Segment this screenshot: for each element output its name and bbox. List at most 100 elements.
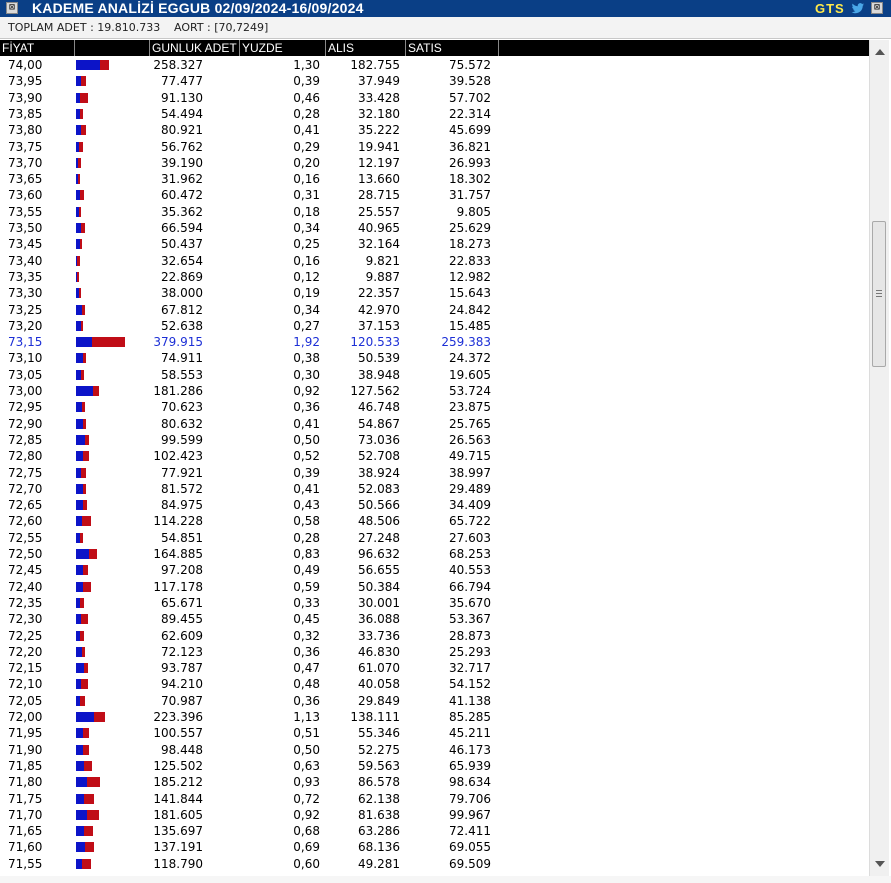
table-row[interactable]: 73,25 67.812 0,34 42.970 24.842 <box>0 302 869 318</box>
table-row[interactable]: 72,80 102.423 0,52 52.708 49.715 <box>0 448 869 464</box>
percent-cell: 0,34 <box>293 221 320 235</box>
sell-cell: 29.489 <box>449 482 491 496</box>
sell-cell: 28.873 <box>449 629 491 643</box>
table-row[interactable]: 73,55 35.362 0,18 25.557 9.805 <box>0 204 869 220</box>
table-row[interactable]: 74,00 258.327 1,30 182.755 75.572 <box>0 57 869 73</box>
table-row[interactable]: 72,10 94.210 0,48 40.058 54.152 <box>0 676 869 692</box>
table-row[interactable]: 72,40 117.178 0,59 50.384 66.794 <box>0 579 869 595</box>
price-cell: 72,55 <box>8 531 43 545</box>
table-row[interactable]: 73,45 50.437 0,25 32.164 18.273 <box>0 236 869 252</box>
table-row[interactable]: 73,90 91.130 0,46 33.428 57.702 <box>0 90 869 106</box>
price-cell: 72,80 <box>8 449 43 463</box>
table-row[interactable]: 72,20 72.123 0,36 46.830 25.293 <box>0 644 869 660</box>
sell-bar-segment <box>92 386 100 396</box>
percent-cell: 0,31 <box>293 188 320 202</box>
table-row[interactable]: 71,55 118.790 0,60 49.281 69.509 <box>0 856 869 872</box>
table-row[interactable]: 72,15 93.787 0,47 61.070 32.717 <box>0 660 869 676</box>
scroll-up-icon[interactable] <box>875 49 885 55</box>
table-row[interactable]: 72,35 65.671 0,33 30.001 35.670 <box>0 595 869 611</box>
table-row[interactable]: 71,90 98.448 0,50 52.275 46.173 <box>0 742 869 758</box>
buy-cell: 33.428 <box>358 91 400 105</box>
volume-cell: 32.654 <box>161 254 203 268</box>
table-row[interactable]: 71,65 135.697 0,68 63.286 72.411 <box>0 823 869 839</box>
table-row[interactable]: 72,85 99.599 0,50 73.036 26.563 <box>0 432 869 448</box>
table-row[interactable]: 73,80 80.921 0,41 35.222 45.699 <box>0 122 869 138</box>
col-header-bar[interactable] <box>75 40 150 56</box>
scroll-thumb[interactable] <box>872 221 886 367</box>
col-header-price[interactable]: FİYAT <box>0 40 75 56</box>
buy-bar-segment <box>76 565 84 575</box>
volume-cell: 38.000 <box>161 286 203 300</box>
table-row[interactable]: 72,00 223.396 1,13 138.111 85.285 <box>0 709 869 725</box>
col-header-volume[interactable]: GUNLUK ADET <box>150 40 240 56</box>
percent-cell: 0,39 <box>293 74 320 88</box>
table-row[interactable]: 73,95 77.477 0,39 37.949 39.528 <box>0 73 869 89</box>
buy-bar-segment <box>76 794 84 804</box>
sell-cell: 53.367 <box>449 612 491 626</box>
buy-cell: 52.083 <box>358 482 400 496</box>
buy-cell: 28.715 <box>358 188 400 202</box>
table-row[interactable]: 72,45 97.208 0,49 56.655 40.553 <box>0 562 869 578</box>
price-cell: 72,25 <box>8 629 43 643</box>
table-row[interactable]: 72,65 84.975 0,43 50.566 34.409 <box>0 497 869 513</box>
close-icon[interactable]: ⊠ <box>6 2 18 14</box>
table-row[interactable]: 73,10 74.911 0,38 50.539 24.372 <box>0 350 869 366</box>
table-row[interactable]: 73,15 379.915 1,92 120.533 259.383 <box>0 334 869 350</box>
buy-cell: 182.755 <box>350 58 400 72</box>
col-header-sell[interactable]: SATIS <box>406 40 499 56</box>
table-row[interactable]: 73,40 32.654 0,16 9.821 22.833 <box>0 253 869 269</box>
volume-cell: 31.962 <box>161 172 203 186</box>
table-row[interactable]: 72,95 70.623 0,36 46.748 23.875 <box>0 399 869 415</box>
percent-cell: 0,63 <box>293 759 320 773</box>
table-row[interactable]: 72,50 164.885 0,83 96.632 68.253 <box>0 546 869 562</box>
sell-bar-segment <box>78 142 84 152</box>
table-row[interactable]: 72,75 77.921 0,39 38.924 38.997 <box>0 465 869 481</box>
percent-cell: 1,13 <box>293 710 320 724</box>
buy-cell: 32.164 <box>358 237 400 251</box>
col-header-buy[interactable]: ALIS <box>326 40 406 56</box>
table-row[interactable]: 73,35 22.869 0,12 9.887 12.982 <box>0 269 869 285</box>
table-row[interactable]: 72,25 62.609 0,32 33.736 28.873 <box>0 628 869 644</box>
buy-cell: 63.286 <box>358 824 400 838</box>
buy-bar-segment <box>76 810 87 820</box>
table-row[interactable]: 71,75 141.844 0,72 62.138 79.706 <box>0 791 869 807</box>
buy-cell: 40.058 <box>358 677 400 691</box>
percent-cell: 1,30 <box>293 58 320 72</box>
table-row[interactable]: 72,70 81.572 0,41 52.083 29.489 <box>0 481 869 497</box>
col-header-percent[interactable]: YUZDE <box>240 40 326 56</box>
price-cell: 73,35 <box>8 270 43 284</box>
table-row[interactable]: 72,55 54.851 0,28 27.248 27.603 <box>0 530 869 546</box>
table-row[interactable]: 73,75 56.762 0,29 19.941 36.821 <box>0 139 869 155</box>
buy-cell: 35.222 <box>358 123 400 137</box>
table-row[interactable]: 73,60 60.472 0,31 28.715 31.757 <box>0 187 869 203</box>
table-row[interactable]: 72,05 70.987 0,36 29.849 41.138 <box>0 693 869 709</box>
table-row[interactable]: 71,95 100.557 0,51 55.346 45.211 <box>0 725 869 741</box>
table-row[interactable]: 73,85 54.494 0,28 32.180 22.314 <box>0 106 869 122</box>
table-row[interactable]: 71,80 185.212 0,93 86.578 98.634 <box>0 774 869 790</box>
price-cell: 72,50 <box>8 547 43 561</box>
table-row[interactable]: 73,05 58.553 0,30 38.948 19.605 <box>0 367 869 383</box>
table-row[interactable]: 73,00 181.286 0,92 127.562 53.724 <box>0 383 869 399</box>
table-row[interactable]: 71,70 181.605 0,92 81.638 99.967 <box>0 807 869 823</box>
scroll-down-icon[interactable] <box>875 861 885 867</box>
table-row[interactable]: 73,50 66.594 0,34 40.965 25.629 <box>0 220 869 236</box>
volume-cell: 137.191 <box>153 840 203 854</box>
table-row[interactable]: 72,30 89.455 0,45 36.088 53.367 <box>0 611 869 627</box>
buy-bar-segment <box>76 451 83 461</box>
twitter-bird-icon[interactable] <box>851 3 865 14</box>
table-row[interactable]: 73,30 38.000 0,19 22.357 15.643 <box>0 285 869 301</box>
table-row[interactable]: 71,85 125.502 0,63 59.563 65.939 <box>0 758 869 774</box>
buy-bar-segment <box>76 435 86 445</box>
buy-cell: 50.539 <box>358 351 400 365</box>
volume-cell: 70.987 <box>161 694 203 708</box>
table-row[interactable]: 73,70 39.190 0,20 12.197 26.993 <box>0 155 869 171</box>
table-row[interactable]: 73,20 52.638 0,27 37.153 15.485 <box>0 318 869 334</box>
table-row[interactable]: 72,90 80.632 0,41 54.867 25.765 <box>0 416 869 432</box>
vertical-scrollbar[interactable] <box>869 40 889 876</box>
window-close-button[interactable]: ⊠ <box>871 2 883 14</box>
price-cell: 72,05 <box>8 694 43 708</box>
table-row[interactable]: 71,60 137.191 0,69 68.136 69.055 <box>0 839 869 855</box>
table-row[interactable]: 73,65 31.962 0,16 13.660 18.302 <box>0 171 869 187</box>
table-row[interactable]: 72,60 114.228 0,58 48.506 65.722 <box>0 513 869 529</box>
sell-cell: 15.485 <box>449 319 491 333</box>
